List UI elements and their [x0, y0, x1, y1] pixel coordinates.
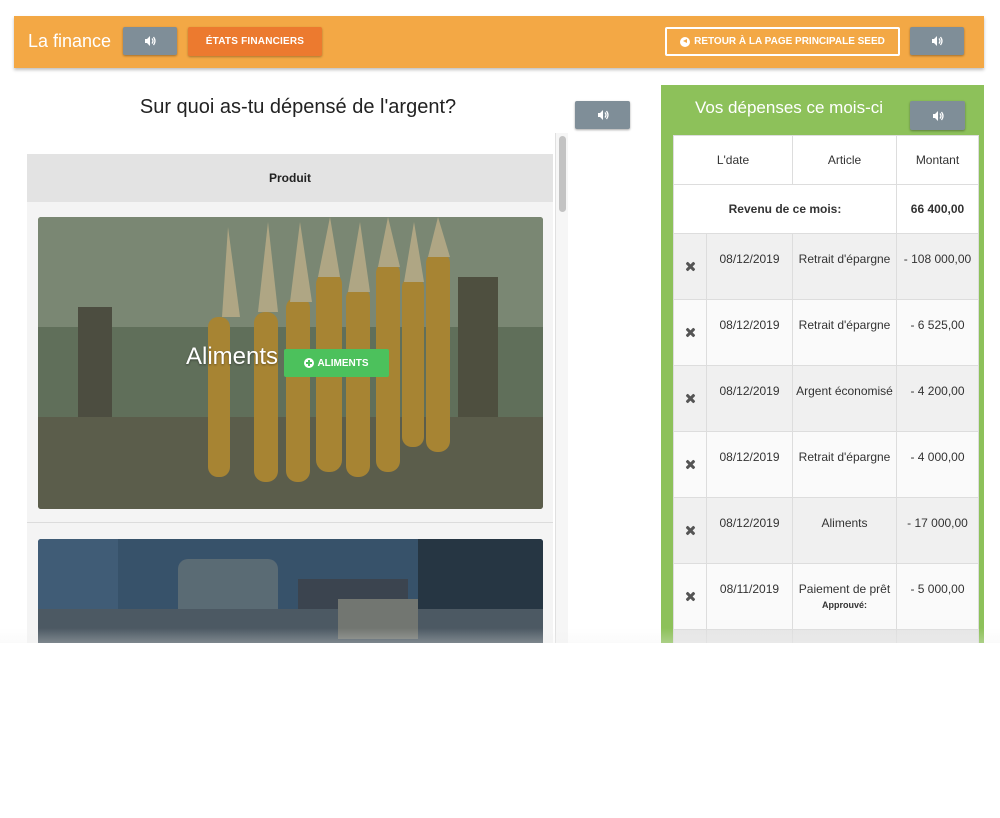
close-icon[interactable] [686, 262, 695, 271]
expenses-table: L'date Article Montant Revenu de ce mois… [673, 135, 979, 650]
app-page: { "header": { "title": "La finance", "et… [0, 0, 1000, 818]
column-header-produit: Produit [27, 154, 553, 202]
left-heading: Sur quoi as-tu dépensé de l'argent? [139, 96, 457, 118]
list-scrollbar[interactable] [555, 133, 568, 643]
expenses-heading: Vos dépenses ce mois-ci [694, 98, 884, 117]
revenue-value: 66 400,00 [896, 184, 979, 234]
expense-amount: - 6 525,00 [896, 299, 979, 366]
product-list: Produit Aliments ALIMENTS [27, 133, 568, 643]
expense-article: Retrait d'épargne [792, 233, 897, 300]
expense-article-cell: Paiement de prêt Approuvé: [792, 563, 897, 630]
expense-row: 08/12/2019 Retrait d'épargne - 4 000,00 [673, 431, 979, 498]
close-icon[interactable] [686, 526, 695, 535]
speaker-icon [145, 36, 156, 46]
close-icon[interactable] [686, 328, 695, 337]
card-divider [27, 522, 553, 523]
expense-row: 08/12/2019 Retrait d'épargne - 108 000,0… [673, 233, 979, 300]
column-header-montant: Montant [896, 135, 979, 185]
app-title: La finance [28, 31, 112, 51]
expense-amount: - 17 000,00 [896, 497, 979, 564]
top-bar: La finance ÉTATS FINANCIERS RETOUR À LA … [14, 16, 984, 68]
delete-cell [673, 497, 707, 564]
expense-date: 08/12/2019 [706, 365, 793, 432]
delete-cell [673, 233, 707, 300]
left-speaker-button[interactable] [575, 101, 630, 129]
expense-amount: - 108 000,00 [896, 233, 979, 300]
card-label-aliments: Aliments [186, 343, 279, 370]
expense-amount: - 5 000,00 [896, 563, 979, 630]
expense-row: 08/12/2019 Aliments - 17 000,00 [673, 497, 979, 564]
expense-article: Retrait d'épargne [792, 431, 897, 498]
blank-area [0, 643, 1000, 818]
delete-cell [673, 563, 707, 630]
retour-button-label: RETOUR À LA PAGE PRINCIPALE SEED [694, 36, 885, 47]
column-header-date: L'date [673, 135, 793, 185]
speaker-icon [932, 110, 944, 121]
column-header-article: Article [792, 135, 897, 185]
header-speaker-button-right[interactable] [910, 27, 964, 55]
expense-article: Aliments [792, 497, 897, 564]
speaker-icon [932, 36, 943, 46]
expense-date: 08/12/2019 [706, 497, 793, 564]
arrow-left-circle-icon [680, 36, 691, 47]
expenses-speaker-button[interactable] [910, 101, 965, 130]
expense-date: 08/11/2019 [706, 563, 793, 630]
delete-cell [673, 299, 707, 366]
revenue-label: Revenu de ce mois: [673, 184, 897, 234]
close-icon[interactable] [686, 460, 695, 469]
close-icon[interactable] [686, 394, 695, 403]
delete-cell [673, 365, 707, 432]
expense-row: 08/12/2019 Argent économisé - 4 200,00 [673, 365, 979, 432]
expense-amount: - 4 000,00 [896, 431, 979, 498]
product-card-aliments[interactable]: Aliments ALIMENTS [38, 217, 543, 509]
expense-status: Approuvé: [822, 600, 867, 610]
expense-row: 08/11/2019 Paiement de prêt Approuvé: - … [673, 563, 979, 630]
expense-row: 08/12/2019 Retrait d'épargne - 6 525,00 [673, 299, 979, 366]
etats-financiers-button[interactable]: ÉTATS FINANCIERS [188, 27, 322, 56]
speaker-icon [597, 110, 609, 120]
expense-amount: - 4 200,00 [896, 365, 979, 432]
header-speaker-button[interactable] [123, 27, 177, 55]
delete-cell [673, 431, 707, 498]
add-aliments-label: ALIMENTS [317, 357, 369, 369]
expense-article: Paiement de prêt [798, 582, 891, 596]
expense-date: 08/12/2019 [706, 299, 793, 366]
expense-article: Retrait d'épargne [792, 299, 897, 366]
add-aliments-button[interactable]: ALIMENTS [284, 349, 389, 377]
plus-circle-icon [304, 358, 315, 368]
expense-date: 08/12/2019 [706, 233, 793, 300]
product-list-body: Aliments ALIMENTS [27, 202, 553, 643]
close-icon[interactable] [686, 592, 695, 601]
scrollbar-thumb[interactable] [559, 136, 566, 212]
expense-article: Argent économisé [792, 365, 897, 432]
expenses-panel: Vos dépenses ce mois-ci L'date Article M… [661, 85, 984, 658]
retour-button[interactable]: RETOUR À LA PAGE PRINCIPALE SEED [665, 27, 900, 56]
expense-date: 08/12/2019 [706, 431, 793, 498]
